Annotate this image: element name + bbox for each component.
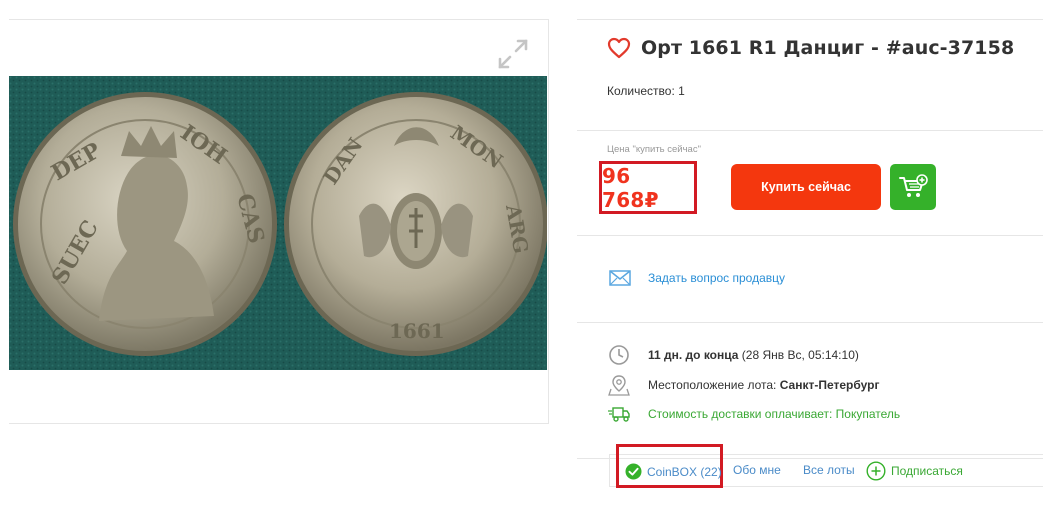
image-panel: IOH CAS SUEC DEP MON ARG DAN 1661 [9,19,549,424]
lot-details: Орт 1661 R1 Данциг - #auc-37158 Количест… [577,19,1043,512]
end-date-text: (28 Янв Вс, 05:14:10) [738,348,859,362]
map-pin-icon [608,375,630,396]
price-value: 96 768₽ [602,163,659,212]
buy-now-button[interactable]: Купить сейчас [731,164,881,210]
truck-icon [608,407,630,422]
clock-icon [609,345,629,365]
location-value: Санкт-Петербург [779,378,880,392]
verified-check-icon [625,463,642,480]
location-row: Местоположение лота: Санкт-Петербург [608,374,879,396]
add-to-cart-button[interactable] [890,164,936,210]
divider [577,130,1043,131]
time-left-row: 11 дн. до конца (28 Янв Вс, 05:14:10) [608,344,859,366]
seller-name: CoinBOX (22) [647,464,722,479]
cart-plus-icon [899,174,928,197]
price-caption: Цена "купить сейчас" [607,144,701,155]
divider [577,235,1043,236]
time-left-text: 11 дн. до конца [648,348,739,362]
shipping-row: Стоимость доставки оплачивает: Покупател… [608,405,900,423]
title-row: Орт 1661 R1 Данциг - #auc-37158 [607,37,1014,59]
subscribe-label: Подписаться [891,464,963,478]
location-label: Местоположение лота: [648,378,780,392]
price-highlight-box: 96 768₽ [599,161,697,214]
shipping-text: Стоимость доставки оплачивает: Покупател… [648,407,901,421]
seller-name-link[interactable]: CoinBOX (22) [625,463,722,480]
ask-seller-link[interactable]: Задать вопрос продавцу [609,270,785,286]
expand-icon[interactable] [496,37,530,71]
lot-page: IOH CAS SUEC DEP MON ARG DAN 1661 Орт 16… [0,0,1043,512]
plus-circle-icon [866,461,886,481]
mail-icon [609,270,631,286]
all-lots-link[interactable]: Все лоты [803,463,855,477]
page-title: Орт 1661 R1 Данциг - #auc-37158 [641,37,1015,59]
about-seller-link[interactable]: Обо мне [733,463,781,477]
ask-seller-label: Задать вопрос продавцу [648,271,786,285]
subscribe-button[interactable]: Подписаться [866,461,963,481]
svg-text:1661: 1661 [389,319,445,343]
quantity-text: Количество: 1 [607,84,685,98]
divider [577,322,1043,323]
coin-photo[interactable]: IOH CAS SUEC DEP MON ARG DAN 1661 [9,76,547,370]
heart-icon[interactable] [607,37,631,59]
